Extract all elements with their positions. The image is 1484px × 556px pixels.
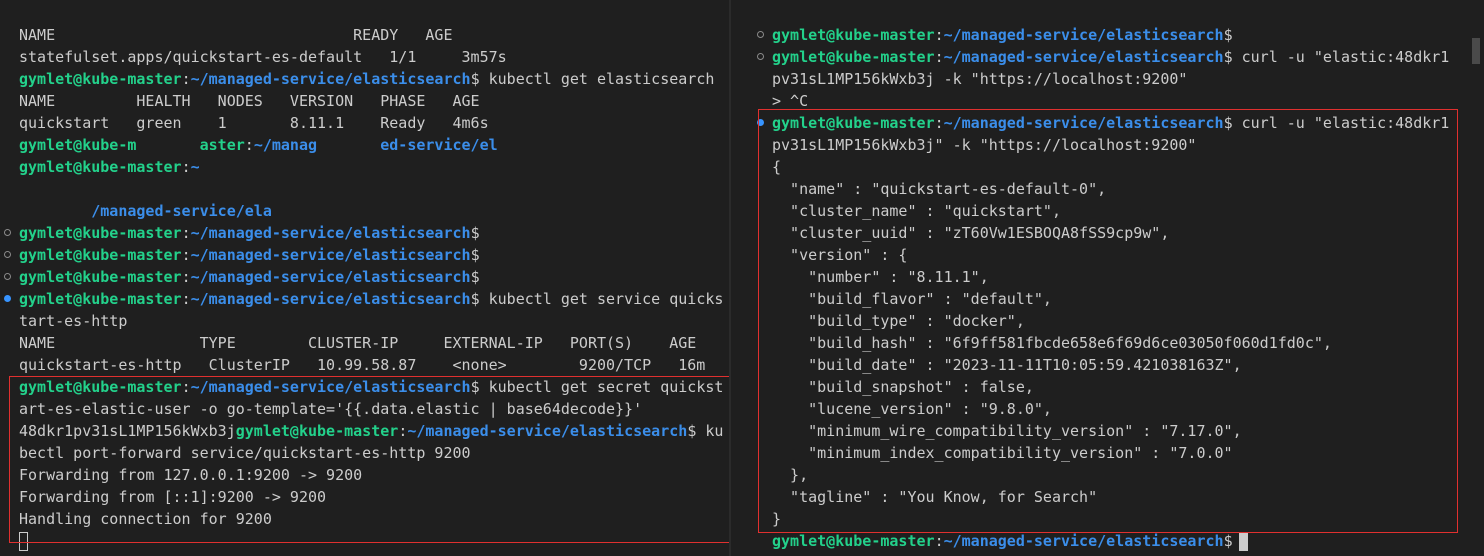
scrollbar-thumb[interactable] [1472, 38, 1480, 64]
terminal-line: statefulset.apps/quickstart-es-default 1… [19, 48, 507, 66]
prompt-line: gymlet@kube-master:~/managed-service/ela… [19, 70, 715, 88]
terminal-line: NAME READY AGE [19, 26, 453, 44]
prompt-line: gymlet@kube-master:~/managed-service/ela… [19, 290, 724, 308]
terminal-line: pv31sL1MP156kWxb3j -k "https://localhost… [772, 70, 1188, 88]
command-status-icon[interactable] [4, 295, 11, 302]
terminal-cursor [1239, 532, 1248, 551]
command-status-icon[interactable] [757, 53, 764, 60]
prompt-fragment-line: /managed-service/ela [19, 202, 272, 220]
command-status-icon[interactable] [4, 251, 11, 258]
terminal-line: quickstart-es-http ClusterIP 10.99.58.87… [19, 356, 706, 374]
highlight-box [9, 376, 729, 543]
prompt-line: gymlet@kube-master:~/managed-service/ela… [19, 246, 480, 264]
left-terminal-pane[interactable]: NAME READY AGE statefulset.apps/quicksta… [0, 0, 729, 556]
command-status-icon[interactable] [4, 229, 11, 236]
prompt-line: gymlet@kube-master:~/managed-service/ela… [19, 268, 480, 286]
prompt-fragment-line: gymlet@kube-master:~ [19, 158, 200, 176]
prompt-line: gymlet@kube-master:~/managed-service/ela… [772, 26, 1233, 44]
command-status-icon[interactable] [757, 31, 764, 38]
prompt-fragment-line: gymlet@kube-m aster:~/manag ed-service/e… [19, 136, 498, 154]
terminal-line: NAME TYPE CLUSTER-IP EXTERNAL-IP PORT(S)… [19, 334, 697, 352]
prompt-line: gymlet@kube-master:~/managed-service/ela… [19, 224, 480, 242]
right-terminal-pane[interactable]: gymlet@kube-master:~/managed-service/ela… [731, 0, 1484, 556]
highlight-box [758, 109, 1458, 533]
terminal-line: NAME HEALTH NODES VERSION PHASE AGE [19, 92, 480, 110]
terminal-line: quickstart green 1 8.11.1 Ready 4m6s [19, 114, 489, 132]
command-status-icon[interactable] [4, 273, 11, 280]
prompt-line: gymlet@kube-master:~/managed-service/ela… [772, 48, 1450, 66]
prompt-line: gymlet@kube-master:~/managed-service/ela… [772, 532, 1242, 550]
terminal-line: tart-es-http [19, 312, 128, 330]
